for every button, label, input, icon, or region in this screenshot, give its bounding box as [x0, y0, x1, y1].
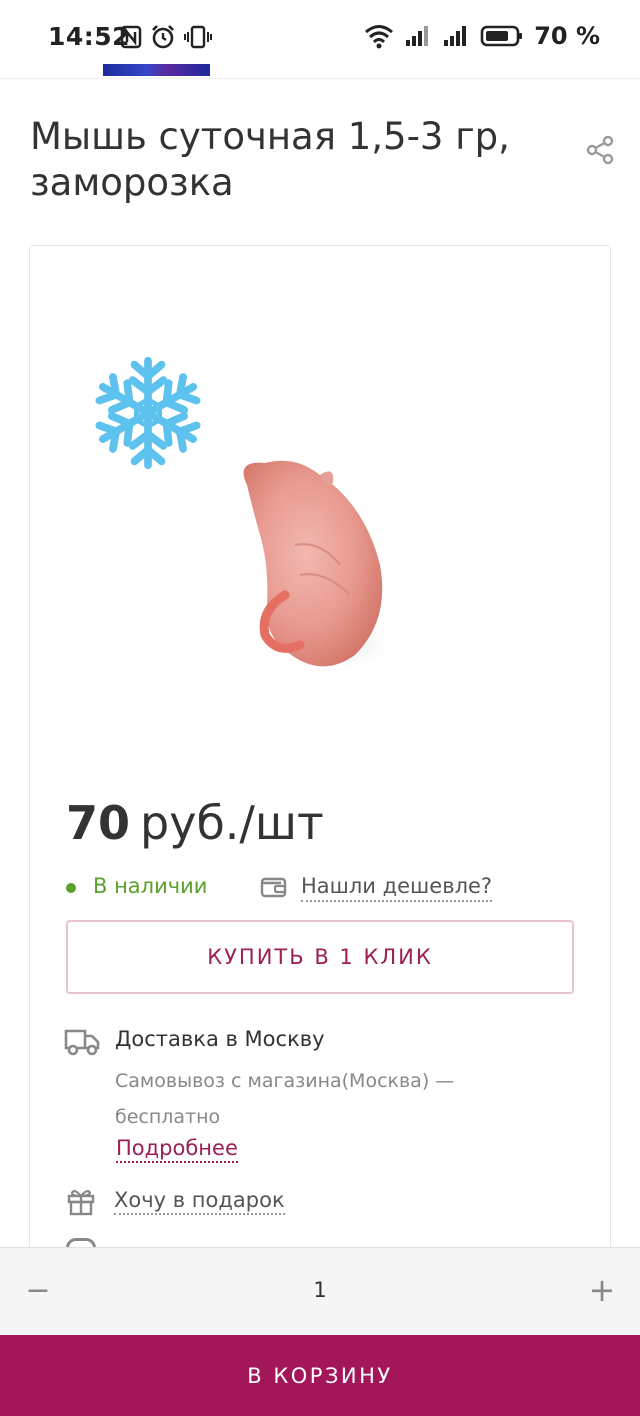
share-icon[interactable]: [584, 134, 616, 166]
buy-one-click-button[interactable]: КУПИТЬ В 1 КЛИК: [66, 920, 574, 994]
product-price: 70 руб./шт: [66, 796, 324, 850]
status-bar: 14:52 70 %: [0, 0, 640, 76]
add-to-cart-button[interactable]: В КОРЗИНУ: [0, 1335, 640, 1416]
price-unit: руб./шт: [140, 796, 324, 850]
nfc-icon: [120, 25, 142, 49]
want-as-gift-link[interactable]: Хочу в подарок: [114, 1188, 285, 1215]
delivery-title: Доставка в Москву: [115, 1027, 325, 1051]
signal-icon: [406, 26, 429, 46]
stock-status: В наличии: [93, 874, 208, 898]
alarm-icon: [152, 25, 174, 49]
battery-percent: 70 %: [534, 22, 600, 50]
stock-indicator-dot: [66, 883, 76, 893]
signal-icon: [444, 26, 467, 46]
product-image[interactable]: [225, 445, 415, 685]
quantity-increase-button[interactable]: +: [584, 1271, 620, 1309]
wifi-icon: [365, 25, 394, 49]
header-divider: [0, 78, 640, 79]
status-time: 14:52: [48, 22, 131, 51]
product-title: Мышь суточная 1,5-3 гр, заморозка: [30, 115, 510, 204]
vibrate-icon: [184, 25, 212, 49]
delivery-more-link[interactable]: Подробнее: [116, 1136, 238, 1163]
frozen-snowflake-icon: [90, 356, 206, 474]
battery-icon: [480, 25, 523, 47]
found-cheaper-link[interactable]: Нашли дешевле?: [301, 874, 493, 902]
delivery-description: Самовывоз с магазина(Москва) — бесплатно: [115, 1070, 455, 1128]
quantity-bar: − 1 +: [0, 1247, 640, 1335]
quantity-value[interactable]: 1: [300, 1278, 340, 1302]
gift-icon: [67, 1189, 95, 1216]
quantity-decrease-button[interactable]: −: [20, 1272, 56, 1308]
wallet-icon: [260, 877, 287, 898]
truck-icon: [64, 1029, 100, 1056]
price-value: 70: [66, 796, 131, 850]
header-banner[interactable]: [103, 64, 210, 76]
